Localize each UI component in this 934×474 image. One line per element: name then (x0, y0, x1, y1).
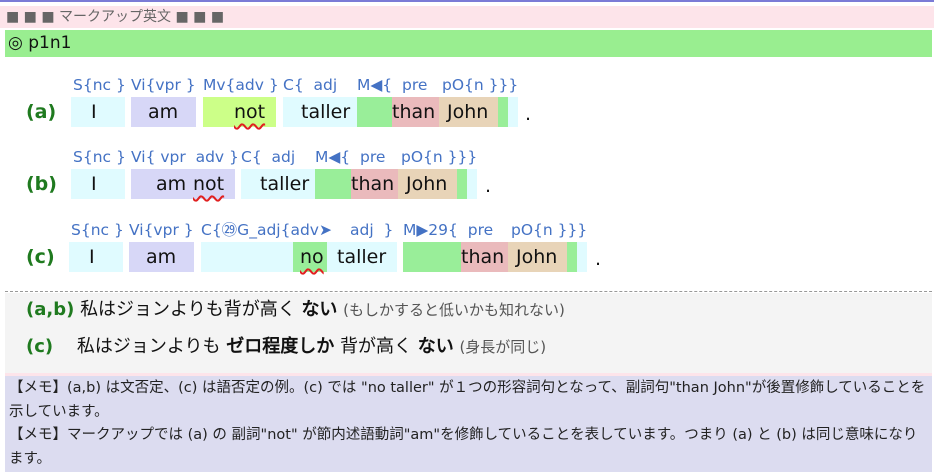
word-block-pad (201, 242, 293, 272)
word-block: I (69, 242, 123, 272)
word-block-pad (457, 169, 467, 199)
word-block-pad (403, 242, 461, 272)
word-block: am (131, 97, 196, 127)
annotation-object: pO{n }}} (511, 221, 588, 239)
memo-text: マークアップでは (a) の 副詞"not" が節内述語動詞"am"を修飾してい… (9, 427, 918, 467)
annotation-modifier: M▶29{ pre (403, 221, 494, 239)
annotation-complement: C{㉙G_adj{adv➤ (201, 221, 332, 239)
section-heading: ◎ p1n1 (5, 30, 932, 57)
annotation-verb: Vi{vpr } (131, 76, 196, 94)
memo-text: (a,b) は文否定、(c) は語否定の例。(c) では "no taller"… (9, 380, 926, 420)
translation-note: (身長が同じ) (459, 338, 547, 356)
word-block: John (508, 242, 567, 272)
memo-line-1: 【メモ】(a,b) は文否定、(c) は語否定の例。(c) では "no tal… (9, 377, 928, 424)
annotation-complement: C{ adj (283, 76, 338, 94)
translation-emphasis: ゼロ程度しか (226, 336, 335, 357)
annotation-subject: S{nc } (73, 148, 126, 166)
word-block: taller (283, 97, 357, 127)
dashed-divider (5, 291, 932, 292)
memo-tag: 【メモ】 (9, 427, 67, 443)
annotation-verb: Vi{ vpr adv } (131, 148, 239, 166)
translation-text: 背が高く (339, 336, 412, 357)
word-block: taller (327, 242, 397, 272)
translation-note: (もしかすると低いかも知れない) (343, 301, 565, 319)
row-label-c: (c) (26, 246, 55, 268)
annotation-verb: Vi{vpr } (129, 221, 194, 239)
translation-text: 私はジョンよりも (76, 336, 221, 357)
word-block: John (398, 169, 457, 199)
annotation-subject: S{nc } (71, 221, 124, 239)
header-bar: ■ ■ ■ マークアップ英文 ■ ■ ■ (0, 6, 934, 28)
memo-tag: 【メモ】 (9, 380, 67, 396)
translation-ab: (a,b) 私はジョンよりも背が高く ない (もしかすると低いかも知れない) (26, 298, 565, 322)
word-block-pad (498, 97, 508, 127)
row-label-a: (a) (26, 101, 57, 123)
word-block: taller (241, 169, 315, 199)
word-block: am (129, 242, 194, 272)
annotation-object: pO{n }}} (442, 76, 519, 94)
word-block: John (439, 97, 498, 127)
sentence-period: . (595, 248, 602, 270)
word-block-pad (467, 169, 477, 199)
section-title: ◎ p1n1 (8, 33, 72, 53)
top-rule (0, 0, 934, 2)
memo-box: 【メモ】(a,b) は文否定、(c) は語否定の例。(c) では "no tal… (5, 376, 932, 472)
annotation-complement: C{ adj (241, 148, 296, 166)
word-block: I (71, 97, 125, 127)
word-block-pad (357, 97, 392, 127)
annotation-modifier: M◀{ pre (357, 76, 428, 94)
word-block-pad (508, 97, 518, 127)
header-title: ■ ■ ■ マークアップ英文 ■ ■ ■ (6, 9, 225, 25)
sentence-period: . (485, 175, 492, 197)
memo-line-2: 【メモ】マークアップでは (a) の 副詞"not" が節内述語動詞"am"を修… (9, 424, 928, 471)
translation-emphasis: ない (301, 299, 338, 320)
sentence-period: . (525, 103, 532, 125)
word-block-pad (577, 242, 587, 272)
translation-emphasis: ない (417, 336, 454, 357)
annotation-adverb: Mv{adv } (203, 76, 279, 94)
annotation-object: pO{n }}} (401, 148, 478, 166)
annotation-subject: S{nc } (73, 76, 126, 94)
word-block: am not (131, 169, 235, 199)
word-block: not (203, 97, 276, 127)
translation-label: (a,b) (26, 299, 75, 320)
word-block: than (392, 97, 439, 127)
word-block: no (293, 242, 327, 272)
row-label-b: (b) (26, 173, 57, 195)
translation-text: 私はジョンよりも背が高く (80, 299, 296, 320)
word-block-pad (567, 242, 577, 272)
translation-label: (c) (26, 336, 54, 357)
word-block: than (351, 169, 398, 199)
translation-c: (c) 私はジョンよりも ゼロ程度しか 背が高く ない (身長が同じ) (26, 335, 546, 359)
word-block: I (71, 169, 125, 199)
word-block-pad (315, 169, 351, 199)
annotation-modifier: M◀{ pre (315, 148, 386, 166)
word-block: than (461, 242, 508, 272)
annotation-adjective: adj } (350, 221, 394, 239)
